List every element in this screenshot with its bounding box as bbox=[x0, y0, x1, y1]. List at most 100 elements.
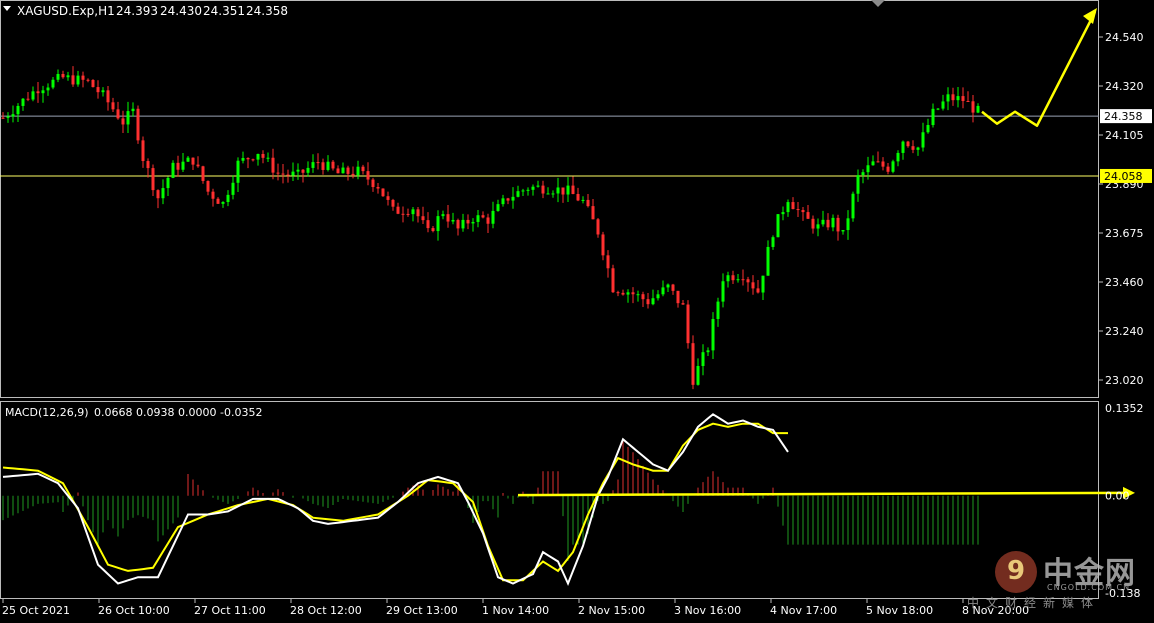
candle-body bbox=[976, 105, 980, 113]
candle-body bbox=[786, 202, 790, 213]
candle-body bbox=[306, 167, 310, 173]
candle-body bbox=[956, 96, 960, 101]
candle-body bbox=[846, 218, 850, 231]
logo-glyph: 9 bbox=[1007, 556, 1026, 586]
candle-body bbox=[296, 169, 300, 172]
candle-body bbox=[36, 91, 40, 94]
candle-body bbox=[61, 74, 65, 78]
candle-body bbox=[151, 168, 155, 191]
candle-body bbox=[406, 213, 410, 215]
x-tick-label: 28 Oct 12:00 bbox=[290, 604, 362, 617]
candle-body bbox=[571, 185, 575, 195]
candle-body bbox=[246, 158, 250, 160]
y-tick-label: 23.675 bbox=[1105, 227, 1144, 240]
candle-body bbox=[546, 193, 550, 195]
candle-body bbox=[341, 167, 345, 174]
candle-body bbox=[936, 108, 940, 110]
candle-body bbox=[741, 279, 745, 281]
candle-body bbox=[516, 191, 520, 197]
candle-body bbox=[756, 288, 760, 293]
candle-body bbox=[326, 161, 330, 170]
candle-body bbox=[331, 161, 335, 169]
candle-body bbox=[251, 159, 255, 161]
y-tick-label: 24.320 bbox=[1105, 80, 1144, 93]
candle-body bbox=[751, 282, 755, 289]
candle-body bbox=[541, 185, 545, 194]
ohlc-high: 24.430 bbox=[160, 4, 202, 18]
y-tick-label: 23.460 bbox=[1105, 276, 1144, 289]
candle-body bbox=[711, 318, 715, 351]
candle-body bbox=[101, 90, 105, 93]
candle-body bbox=[221, 202, 225, 204]
x-tick-label: 5 Nov 18:00 bbox=[866, 604, 933, 617]
candle-body bbox=[276, 172, 280, 174]
candle-body bbox=[31, 91, 35, 100]
candle-body bbox=[456, 219, 460, 229]
candle-body bbox=[186, 157, 190, 162]
candle-body bbox=[156, 190, 160, 199]
candle-body bbox=[126, 111, 130, 125]
candle-body bbox=[701, 352, 705, 366]
candle-body bbox=[301, 169, 305, 173]
logo-url: CNGOLD.COM.CN bbox=[1047, 583, 1131, 592]
candle-body bbox=[391, 199, 395, 207]
candle-body bbox=[46, 87, 50, 91]
candle-body bbox=[216, 198, 220, 204]
candle-body bbox=[576, 194, 580, 201]
candle-body bbox=[81, 75, 85, 80]
candle-body bbox=[791, 202, 795, 210]
candle-body bbox=[806, 212, 810, 219]
candle-body bbox=[56, 74, 60, 80]
x-tick-label: 1 Nov 14:00 bbox=[482, 604, 549, 617]
candle-body bbox=[506, 198, 510, 201]
candle-body bbox=[731, 275, 735, 281]
candle-body bbox=[41, 90, 45, 94]
candle-body bbox=[256, 153, 260, 160]
candle-body bbox=[181, 161, 185, 170]
candle-body bbox=[676, 290, 680, 304]
candle-body bbox=[371, 179, 375, 188]
candle-body bbox=[496, 204, 500, 211]
candle-body bbox=[481, 215, 485, 218]
macd-y-tick-label: 0.1352 bbox=[1105, 402, 1144, 415]
candle-body bbox=[606, 255, 610, 269]
candle-body bbox=[396, 206, 400, 214]
candle-body bbox=[231, 182, 235, 195]
candle-body bbox=[206, 180, 210, 192]
candle-body bbox=[866, 165, 870, 173]
candle-body bbox=[561, 187, 565, 195]
candle-body bbox=[311, 162, 315, 168]
candle-body bbox=[681, 303, 685, 305]
x-tick-label: 25 Oct 2021 bbox=[2, 604, 70, 617]
candle-body bbox=[656, 294, 660, 299]
macd-y-tick-label: 0.00 bbox=[1105, 490, 1130, 503]
candle-body bbox=[851, 193, 855, 219]
candle-body bbox=[366, 171, 370, 180]
candle-body bbox=[71, 75, 75, 85]
candle-body bbox=[586, 199, 590, 207]
candle-body bbox=[921, 132, 925, 148]
candle-body bbox=[51, 79, 55, 88]
candle-body bbox=[646, 299, 650, 305]
candle-body bbox=[316, 162, 320, 164]
candle-body bbox=[461, 219, 465, 229]
candle-body bbox=[376, 187, 380, 189]
macd-value-zero: 0.0000 bbox=[178, 406, 217, 419]
y-tick-label: 24.105 bbox=[1105, 129, 1144, 142]
x-tick-label: 26 Oct 10:00 bbox=[98, 604, 170, 617]
candle-body bbox=[476, 215, 480, 222]
candle-body bbox=[631, 292, 635, 295]
candle-body bbox=[346, 167, 350, 174]
candle-body bbox=[691, 343, 695, 385]
candle-body bbox=[116, 109, 120, 119]
candle-body bbox=[591, 206, 595, 220]
candle-body bbox=[11, 114, 15, 117]
candle-body bbox=[111, 102, 115, 110]
candle-body bbox=[291, 171, 295, 176]
candle-body bbox=[381, 188, 385, 197]
candle-body bbox=[706, 350, 710, 353]
candle-body bbox=[911, 146, 915, 150]
candle-body bbox=[431, 228, 435, 232]
candle-body bbox=[556, 187, 560, 194]
candle-body bbox=[356, 166, 360, 176]
